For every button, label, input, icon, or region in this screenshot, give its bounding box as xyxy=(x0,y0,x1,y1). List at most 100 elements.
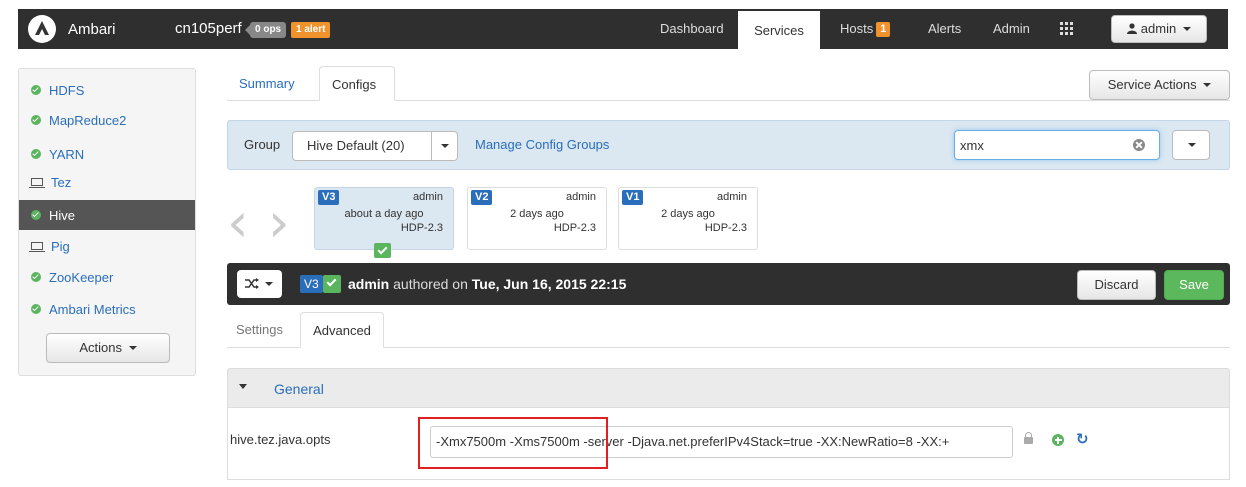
sidebar-item-label: Pig xyxy=(51,238,70,254)
version-date: Tue, Jun 16, 2015 22:15 xyxy=(471,276,627,292)
actions-button[interactable]: Actions xyxy=(46,333,170,363)
version-card-v1[interactable]: V1 admin 2 days ago HDP-2.3 xyxy=(618,187,758,250)
sidebar-item-label: MapReduce2 xyxy=(49,112,127,128)
sidebar-item-label: Hive xyxy=(49,207,76,223)
tab-configs[interactable]: Configs xyxy=(319,66,395,101)
version-tag: V3 xyxy=(318,190,340,205)
discard-button[interactable]: Discard xyxy=(1077,270,1156,300)
sidebar-item-label: Tez xyxy=(51,174,72,190)
version-tag: V1 xyxy=(622,190,644,205)
chevron-down-icon xyxy=(1188,143,1196,147)
lock-icon[interactable] xyxy=(1024,432,1033,444)
nav-services[interactable]: Services xyxy=(738,9,820,49)
user-icon xyxy=(1127,23,1138,34)
sidebar-item-label: YARN xyxy=(49,146,85,162)
version-author: admin xyxy=(348,276,390,292)
sidebar-item-label: HDFS xyxy=(49,82,85,98)
brand-name: Ambari xyxy=(68,20,116,38)
save-button[interactable]: Save xyxy=(1164,270,1224,300)
status-ok-icon xyxy=(31,149,41,159)
actions-button-label: Actions xyxy=(79,340,122,355)
section-title: General xyxy=(274,381,324,397)
sidebar-item-pig[interactable]: Pig xyxy=(19,231,195,261)
version-author: admin xyxy=(566,191,596,203)
shuffle-icon xyxy=(245,278,259,289)
group-label: Group xyxy=(244,137,281,152)
tab-summary[interactable]: Summary xyxy=(227,66,307,101)
client-laptop-icon xyxy=(29,242,45,252)
alert-badge[interactable]: 1 alert xyxy=(291,22,331,38)
current-version-check-icon xyxy=(374,243,391,258)
next-version-arrow-icon[interactable]: › xyxy=(268,196,290,250)
sidebar-item-mapreduce2[interactable]: MapReduce2 xyxy=(19,107,195,133)
status-ok-icon xyxy=(31,304,41,314)
service-actions-button[interactable]: Service Actions xyxy=(1089,70,1230,100)
status-ok-icon xyxy=(31,272,41,282)
config-group-select[interactable]: Hive Default (20) xyxy=(292,131,432,161)
version-stack: HDP-2.3 xyxy=(704,222,747,234)
current-version-check-icon xyxy=(323,275,341,293)
version-tag: V2 xyxy=(471,190,493,205)
ops-badge[interactable]: 0 ops xyxy=(244,22,287,38)
previous-version-arrow-icon[interactable]: ‹ xyxy=(227,196,249,250)
chevron-down-icon xyxy=(128,346,137,350)
brand[interactable]: Ambari xyxy=(28,14,116,44)
version-stack: HDP-2.3 xyxy=(553,222,596,234)
nav-alerts[interactable]: Alerts xyxy=(928,9,961,49)
current-version-tag: V3 xyxy=(300,275,323,293)
services-sidebar: HDFS MapReduce2 YARN Tez Hive Pig ZooKee… xyxy=(18,68,196,376)
cluster-name[interactable]: cn105perf xyxy=(175,20,242,37)
chevron-down-icon xyxy=(264,282,273,286)
property-name: hive.tez.java.opts xyxy=(230,432,331,447)
version-stack: HDP-2.3 xyxy=(400,222,443,234)
sidebar-item-label: ZooKeeper xyxy=(49,269,114,285)
collapse-triangle-icon xyxy=(239,384,247,389)
sidebar-item-zookeeper[interactable]: ZooKeeper xyxy=(19,262,195,292)
tab-settings[interactable]: Settings xyxy=(236,312,283,348)
sidebar-item-tez[interactable]: Tez xyxy=(19,169,195,195)
client-laptop-icon xyxy=(29,178,45,188)
clear-search-icon[interactable] xyxy=(1133,139,1145,151)
nav-hosts-label: Hosts xyxy=(840,21,874,36)
status-ok-icon xyxy=(31,210,41,220)
compare-versions-button[interactable] xyxy=(237,270,282,298)
chevron-down-icon xyxy=(1182,27,1191,31)
version-info-bar: V3 admin authored on Tue, Jun 16, 2015 2… xyxy=(227,263,1230,305)
refresh-icon[interactable]: ↻ xyxy=(1076,432,1089,447)
version-card-v3[interactable]: V3 admin about a day ago HDP-2.3 xyxy=(314,187,454,258)
views-grid-icon[interactable] xyxy=(1060,22,1073,35)
config-group-dropdown-toggle[interactable] xyxy=(431,131,458,161)
service-actions-label: Service Actions xyxy=(1107,77,1197,92)
version-time: 2 days ago xyxy=(510,208,564,220)
user-menu-label: admin xyxy=(1140,21,1177,36)
general-section-header[interactable]: General xyxy=(227,368,1230,408)
tab-advanced[interactable]: Advanced xyxy=(300,312,384,348)
version-author: admin xyxy=(717,191,747,203)
sidebar-item-hive[interactable]: Hive xyxy=(19,200,195,230)
hosts-count-badge: 1 xyxy=(876,22,891,38)
sidebar-item-ambari-metrics[interactable]: Ambari Metrics xyxy=(19,294,195,324)
version-time: about a day ago xyxy=(344,208,424,220)
user-menu-button[interactable]: admin xyxy=(1111,15,1207,43)
version-time: 2 days ago xyxy=(661,208,715,220)
config-group-bar: Group Hive Default (20) Manage Config Gr… xyxy=(227,120,1230,170)
chevron-down-icon xyxy=(1203,83,1212,87)
filter-dropdown-toggle[interactable] xyxy=(1172,130,1210,160)
add-override-icon[interactable] xyxy=(1052,434,1064,446)
config-search-input[interactable] xyxy=(954,130,1160,160)
nav-hosts[interactable]: Hosts 1 xyxy=(840,9,891,49)
sidebar-item-hdfs[interactable]: HDFS xyxy=(19,75,195,105)
sidebar-item-yarn[interactable]: YARN xyxy=(19,139,195,169)
chevron-down-icon xyxy=(441,144,449,148)
top-navbar: Ambari cn105perf 0 ops 1 alert Dashboard… xyxy=(18,9,1228,49)
status-ok-icon xyxy=(31,115,41,125)
sidebar-item-label: Ambari Metrics xyxy=(49,301,136,317)
version-authored-text: admin authored on Tue, Jun 16, 2015 22:1… xyxy=(348,276,626,292)
manage-config-groups-link[interactable]: Manage Config Groups xyxy=(475,137,609,152)
version-card-v2[interactable]: V2 admin 2 days ago HDP-2.3 xyxy=(467,187,607,250)
authored-on-text: authored on xyxy=(393,276,468,292)
nav-admin[interactable]: Admin xyxy=(993,9,1030,49)
version-author: admin xyxy=(413,191,443,203)
status-ok-icon xyxy=(31,85,41,95)
nav-dashboard[interactable]: Dashboard xyxy=(660,9,724,49)
